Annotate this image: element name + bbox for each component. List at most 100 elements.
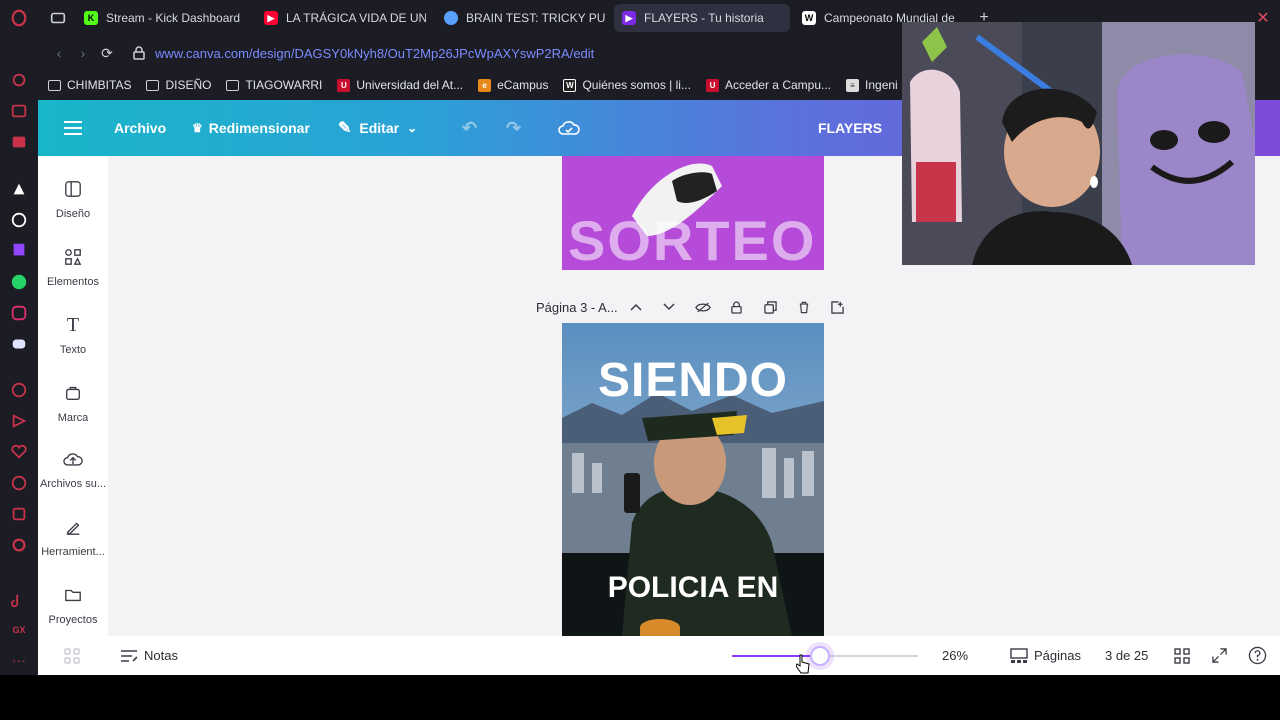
menu-button[interactable] [64, 100, 82, 156]
file-menu-button[interactable]: Archivo [114, 100, 166, 156]
folder-icon [146, 79, 160, 91]
editor-footer: Notas 26% Páginas 3 de 25 [38, 636, 1280, 675]
tab-menu-icon[interactable] [48, 8, 68, 28]
site-favicon-icon: ≡ [846, 78, 860, 92]
cartoon-figure [640, 619, 680, 636]
zoom-slider[interactable] [732, 636, 918, 675]
twitch-icon[interactable] [9, 240, 29, 260]
tab-youtube[interactable]: ▶ LA TRÁGICA VIDA DE UN [256, 4, 426, 32]
fullscreen-icon[interactable] [1212, 636, 1227, 675]
tiktok-icon[interactable] [9, 590, 29, 610]
sidebar-item-brand[interactable]: Marca [38, 376, 108, 436]
help-icon[interactable] [1248, 636, 1267, 675]
tab-kick[interactable]: K Stream - Kick Dashboard [76, 4, 246, 32]
instagram-icon[interactable] [9, 303, 29, 323]
bookmark-folder[interactable]: TIAGOWARRI [226, 78, 322, 92]
extensions-icon[interactable] [9, 504, 29, 524]
brand-icon [62, 382, 84, 404]
bookmark-link[interactable]: U Acceder a Campu... [705, 78, 832, 92]
bookmark-folder[interactable]: CHIMBITAS [48, 78, 131, 92]
game-icon [444, 11, 458, 25]
text-icon: T [66, 313, 80, 336]
add-page-icon[interactable] [827, 297, 847, 317]
whatsapp-icon[interactable] [9, 272, 29, 292]
mouse-cursor-icon [796, 654, 810, 674]
undo-icon[interactable]: ↶ [462, 100, 477, 156]
sidebar-item-elements[interactable]: Elementos [38, 240, 108, 300]
sidebar-item-uploads[interactable]: Archivos su... [38, 442, 108, 502]
pinboard-icon[interactable] [9, 179, 29, 199]
pencil-icon: ✎ [338, 120, 352, 137]
tab-flayers[interactable]: ▶ FLAYERS - Tu historia [614, 4, 790, 32]
folder-icon [62, 584, 84, 606]
aria-icon[interactable] [9, 70, 29, 90]
pages-button[interactable]: Páginas [1010, 636, 1081, 675]
chevron-down-icon[interactable] [659, 297, 679, 317]
hide-icon[interactable] [693, 297, 713, 317]
lock-icon [133, 46, 145, 60]
redo-icon[interactable]: ↷ [506, 100, 521, 156]
bookmark-label: Acceder a Campu... [724, 78, 832, 92]
bookmark-link[interactable]: U Universidad del At... [337, 78, 463, 92]
zoom-value[interactable]: 26% [942, 636, 968, 675]
page-3-label[interactable]: Página 3 - A... [536, 300, 618, 315]
discord-icon[interactable] [9, 334, 29, 354]
settings-icon[interactable] [9, 535, 29, 555]
page-2-thumbnail[interactable]: SORTEO [562, 156, 824, 270]
layout-icon [62, 178, 84, 200]
sidebar-item-design[interactable]: Diseño [38, 172, 108, 232]
player-circle-icon[interactable] [9, 380, 29, 400]
sidebar-item-label: Texto [59, 344, 87, 356]
sidebar-item-projects[interactable]: Proyectos [38, 578, 108, 638]
more-icon[interactable]: ··· [9, 650, 29, 670]
sidebar-item-label: Diseño [55, 208, 91, 220]
close-window-icon[interactable]: ✕ [1253, 8, 1273, 28]
page-counter[interactable]: 3 de 25 [1105, 636, 1148, 675]
tab-label: Stream - Kick Dashboard [106, 11, 241, 25]
cloud-sync-icon[interactable] [558, 100, 580, 156]
sidebar-item-label: Proyectos [48, 614, 98, 626]
opera-logo-icon[interactable] [9, 8, 29, 28]
bookmark-link[interactable]: ≡ Ingeni [846, 78, 898, 92]
project-title[interactable]: FLAYERS [818, 100, 882, 156]
gx-icon[interactable]: GX [9, 620, 29, 640]
page-3-headline: SIENDO [597, 354, 789, 407]
bookmark-link[interactable]: W Quiénes somos | li... [563, 78, 691, 92]
edit-label: Editar [359, 120, 400, 136]
resize-button[interactable]: ♛ Redimensionar [192, 100, 310, 156]
tab-brain-test[interactable]: BRAIN TEST: TRICKY PU [436, 4, 606, 32]
grid-view-icon[interactable] [1174, 636, 1190, 675]
reload-icon[interactable]: ⟳ [98, 44, 116, 62]
forward-icon[interactable]: › [74, 44, 92, 62]
page-2-title: SORTEO [568, 209, 817, 270]
sidebar-item-text[interactable]: T Texto [38, 308, 108, 368]
heart-icon[interactable] [9, 442, 29, 462]
notes-button[interactable]: Notas [120, 636, 178, 675]
duplicate-icon[interactable] [760, 297, 780, 317]
apps-grid-icon[interactable] [64, 636, 80, 675]
send-icon[interactable] [9, 411, 29, 431]
tools-icon [62, 516, 84, 538]
trash-icon[interactable] [794, 297, 814, 317]
page-3-subline: POLICIA EN [607, 571, 779, 604]
chevron-up-icon[interactable] [626, 297, 646, 317]
history-icon[interactable] [9, 473, 29, 493]
wix-icon: W [802, 11, 816, 25]
sidebar-item-label: Herramient... [41, 546, 105, 558]
url-field[interactable]: www.canva.com/design/DAGSY0kNyh8/OuT2Mp2… [133, 40, 953, 66]
sidebar-item-tools[interactable]: Herramient... [38, 510, 108, 570]
back-icon[interactable]: ‹ [50, 44, 68, 62]
zoom-slider-thumb[interactable] [810, 646, 831, 666]
messenger-icon[interactable] [9, 132, 29, 152]
edit-button[interactable]: ✎ Editar ⌄ [338, 100, 417, 156]
bookmark-link[interactable]: e eCampus [478, 78, 548, 92]
project-title-text: FLAYERS [818, 120, 883, 136]
chatgpt-icon[interactable] [9, 210, 29, 230]
bookmark-label: Quiénes somos | li... [582, 78, 691, 92]
cloud-upload-icon [62, 448, 84, 470]
bookmark-folder[interactable]: DISEÑO [146, 78, 211, 92]
bookmark-label: CHIMBITAS [67, 78, 132, 92]
player-icon[interactable] [9, 101, 29, 121]
lock-icon[interactable] [726, 297, 746, 317]
page-3-design[interactable]: SIENDO POLICIA EN [562, 323, 824, 636]
